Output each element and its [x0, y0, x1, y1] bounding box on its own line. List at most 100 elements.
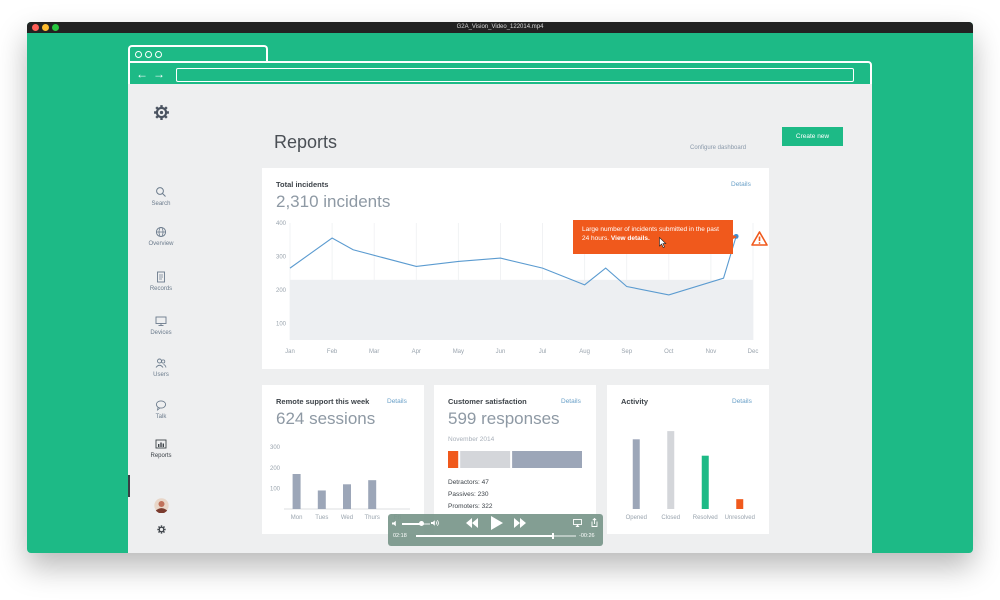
volume-low-icon[interactable] — [392, 520, 399, 527]
address-bar[interactable] — [176, 68, 854, 82]
sidebar-item-records[interactable]: Records — [128, 271, 194, 292]
dashboard-app: Search Overview Records Devices Users Ta… — [128, 84, 872, 553]
y-tick-label: 200 — [276, 288, 287, 294]
avatar[interactable] — [154, 498, 169, 513]
share-icon[interactable] — [591, 518, 598, 527]
view-details-link[interactable]: View details. — [611, 235, 650, 242]
incidents-line-chart: Jan Feb Mar Apr May Jun Jul Aug Sep Oct Nov Dec 100 2… — [276, 221, 759, 355]
sidebar-item-search[interactable]: Search — [128, 186, 194, 207]
satisfaction-details-link[interactable]: Details — [561, 398, 581, 405]
customer-satisfaction-card: Customer satisfaction Details 599 respon… — [434, 385, 596, 534]
x-tick-label: Dec — [748, 349, 759, 355]
video-player-controls: 02:18 -00:26 — [388, 514, 603, 546]
play-icon[interactable] — [491, 516, 503, 530]
x-tick-label: Jan — [285, 349, 295, 355]
remote-support-bar-chart: 100200300MonTuesWedThursFri — [270, 445, 410, 521]
active-nav-indicator — [128, 475, 130, 497]
detractors-segment — [448, 451, 459, 468]
x-tick-label: Mar — [369, 349, 379, 355]
window-title: G2A_Vision_Video_122014.mp4 — [456, 24, 544, 30]
video-window: G2A_Vision_Video_122014.mp4 ← → Search O… — [27, 22, 973, 553]
fast-forward-icon[interactable] — [514, 518, 526, 528]
total-incidents-card: Total incidents Details 2,310 incidents … — [262, 168, 769, 369]
x-tick-label: Wed — [341, 515, 353, 521]
sidebar-item-reports[interactable]: Reports — [128, 438, 194, 459]
progress-playhead[interactable] — [552, 532, 554, 539]
users-icon — [155, 358, 167, 368]
x-tick-label: Jun — [496, 349, 506, 355]
window-titlebar: G2A_Vision_Video_122014.mp4 — [27, 22, 973, 33]
mouse-cursor-icon — [659, 237, 667, 248]
chart-icon — [155, 439, 167, 449]
remaining-time: -00:26 — [579, 533, 595, 539]
globe-icon — [155, 226, 167, 238]
sidebar-item-label: Search — [151, 201, 171, 207]
create-new-button[interactable]: Create new — [782, 127, 843, 146]
x-tick-label: Unresolved — [725, 515, 755, 521]
sidebar-item-label: Reports — [150, 453, 172, 459]
card-title: Customer satisfaction — [448, 397, 527, 406]
x-tick-label: Sep — [621, 349, 632, 355]
volume-knob[interactable] — [419, 521, 425, 526]
sidebar: Search Overview Records Devices Users Ta… — [128, 84, 194, 553]
x-tick-label: Jul — [539, 349, 547, 355]
bar — [701, 455, 709, 509]
chat-icon — [155, 400, 167, 411]
x-tick-label: Mon — [291, 515, 303, 521]
sidebar-item-label: Records — [149, 286, 173, 292]
responses-count: 599 responses — [448, 409, 560, 428]
bar — [343, 484, 351, 509]
promoters-stat: Promoters: 322 — [448, 503, 493, 510]
browser-dot-icon — [145, 51, 152, 58]
configure-dashboard-link[interactable]: Configure dashboard — [690, 145, 746, 151]
back-arrow-icon[interactable]: ← — [136, 66, 148, 82]
rewind-icon[interactable] — [466, 518, 478, 528]
bar — [317, 490, 326, 509]
bar — [292, 474, 301, 509]
activity-card: Activity Details Opened Closed Resolved Unr… — [607, 385, 769, 534]
sidebar-item-label: Overview — [148, 241, 174, 247]
y-tick-label: 300 — [276, 254, 287, 260]
x-tick-label: Resolved — [693, 515, 718, 521]
x-tick-label: Closed — [661, 515, 680, 521]
x-tick-label: Nov — [706, 349, 717, 355]
incident-alert-tooltip: Large number of incidents submitted in t… — [573, 220, 733, 254]
browser-dot-icon — [135, 51, 142, 58]
tooltip-arrow — [729, 233, 737, 241]
monitor-icon — [155, 316, 167, 326]
baseline-band — [290, 279, 753, 340]
elapsed-time: 02:18 — [393, 533, 407, 539]
forward-arrow-icon[interactable]: → — [153, 66, 165, 82]
alert-text: Large number of incidents submitted in t… — [582, 226, 719, 242]
remote-support-card: Remote support this week Details 624 ses… — [262, 385, 424, 534]
y-tick-label: 300 — [270, 445, 281, 451]
satisfaction-period: November 2014 — [448, 436, 495, 443]
progress-fill — [416, 535, 552, 537]
settings-gear-icon[interactable] — [153, 104, 170, 121]
browser-dot-icon — [155, 51, 162, 58]
sidebar-item-users[interactable]: Users — [128, 357, 194, 378]
bar — [368, 480, 377, 509]
passives-segment — [460, 451, 511, 468]
airplay-icon[interactable] — [573, 519, 582, 527]
settings-icon[interactable] — [157, 525, 166, 534]
sidebar-item-talk[interactable]: Talk — [128, 399, 194, 420]
page-title: Reports — [274, 132, 338, 152]
document-icon — [157, 271, 165, 283]
x-tick-label: Aug — [579, 349, 590, 355]
x-tick-label: May — [453, 349, 464, 355]
sidebar-item-label: Users — [153, 372, 169, 378]
sidebar-item-devices[interactable]: Devices — [128, 315, 194, 336]
sidebar-item-overview[interactable]: Overview — [128, 226, 194, 247]
sidebar-item-label: Devices — [150, 330, 172, 336]
bar — [632, 439, 640, 509]
sidebar-item-label: Talk — [155, 414, 167, 420]
passives-stat: Passives: 230 — [448, 491, 489, 498]
activity-bar-chart: Opened Closed Resolved Unresolved — [626, 431, 755, 521]
progress-bar[interactable] — [416, 532, 576, 539]
volume-high-icon[interactable] — [431, 519, 440, 527]
detractors-stat: Detractors: 47 — [448, 479, 489, 486]
volume-slider[interactable] — [402, 521, 430, 526]
y-tick-label: 100 — [270, 486, 281, 492]
x-tick-label: Opened — [626, 515, 647, 521]
